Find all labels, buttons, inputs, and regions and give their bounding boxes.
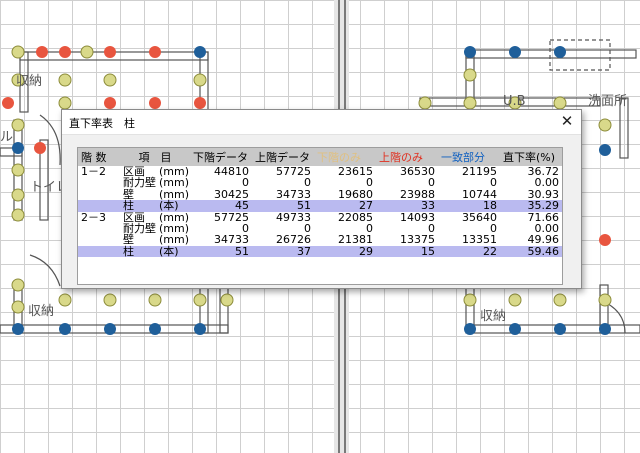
upper-data-cell: 37 <box>252 245 314 257</box>
header-match: 一致部分 <box>438 148 500 166</box>
ratio-table: 階 数 項 目 下階データ 上階データ 下階のみ 上階のみ 一致部分 直下率(%… <box>78 148 562 257</box>
lower-data-cell: 51 <box>190 245 252 257</box>
floor-cell <box>78 189 120 200</box>
header-item: 項 目 <box>120 148 190 166</box>
floor-cell <box>78 200 120 212</box>
room-label-washroom: 洗面所 <box>588 94 628 109</box>
table-row: 柱 (本) 45 51 27 33 18 35.29 <box>78 199 562 213</box>
table-row: 柱 (本) 51 37 29 15 22 59.46 <box>78 244 562 258</box>
dialog-title: 直下率表 柱 <box>69 117 135 130</box>
room-label-partial: ル <box>0 130 14 145</box>
upper-data-cell: 51 <box>252 200 314 212</box>
rate-cell: 35.29 <box>500 200 562 212</box>
header-lower-data: 下階データ <box>190 148 252 166</box>
close-icon[interactable]: ✕ <box>553 110 581 134</box>
floor-cell: 1－2 <box>81 165 106 178</box>
header-floor: 階 数 <box>78 148 120 166</box>
match-cell: 18 <box>438 200 500 212</box>
header-upper-data: 上階データ <box>252 148 314 166</box>
item-label: 柱 <box>123 244 134 258</box>
room-label-bath: U.B <box>503 94 526 109</box>
floor-cell: 2－3 <box>81 210 106 224</box>
room-label-storage-3: 収納 <box>480 309 507 324</box>
floor-cell <box>78 223 120 234</box>
rate-cell: 59.46 <box>500 245 562 257</box>
lower-data-cell: 45 <box>190 200 252 212</box>
item-cell: 柱 (本) <box>120 244 190 258</box>
lower-only-cell: 27 <box>314 200 376 212</box>
dialog-titlebar[interactable]: 直下率表 柱 ✕ <box>62 110 581 135</box>
lower-only-cell: 29 <box>314 245 376 257</box>
upper-only-cell: 33 <box>376 200 438 212</box>
match-cell: 22 <box>438 245 500 257</box>
ratio-table-frame: 階 数 項 目 下階データ 上階データ 下階のみ 上階のみ 一致部分 直下率(%… <box>77 147 563 285</box>
floor-cell <box>78 177 120 188</box>
floor-cell <box>78 245 120 258</box>
floor-cell <box>78 234 120 245</box>
direct-below-ratio-dialog[interactable]: 直下率表 柱 ✕ 階 数 項 目 下階データ 上階データ 下階のみ 上階のみ 一… <box>61 109 582 289</box>
header-upper-only: 上階のみ <box>376 148 438 166</box>
table-header-row: 階 数 項 目 下階データ 上階データ 下階のみ 上階のみ 一致部分 直下率(%… <box>78 148 562 166</box>
header-lower-only: 下階のみ <box>314 148 376 166</box>
room-label-storage-2: 収納 <box>28 304 55 319</box>
room-label-storage-1: 収納 <box>16 74 43 89</box>
item-label: 柱 <box>123 199 134 213</box>
header-rate: 直下率(%) <box>500 148 562 166</box>
upper-only-cell: 15 <box>376 245 438 257</box>
unit-label: (本) <box>159 244 179 258</box>
